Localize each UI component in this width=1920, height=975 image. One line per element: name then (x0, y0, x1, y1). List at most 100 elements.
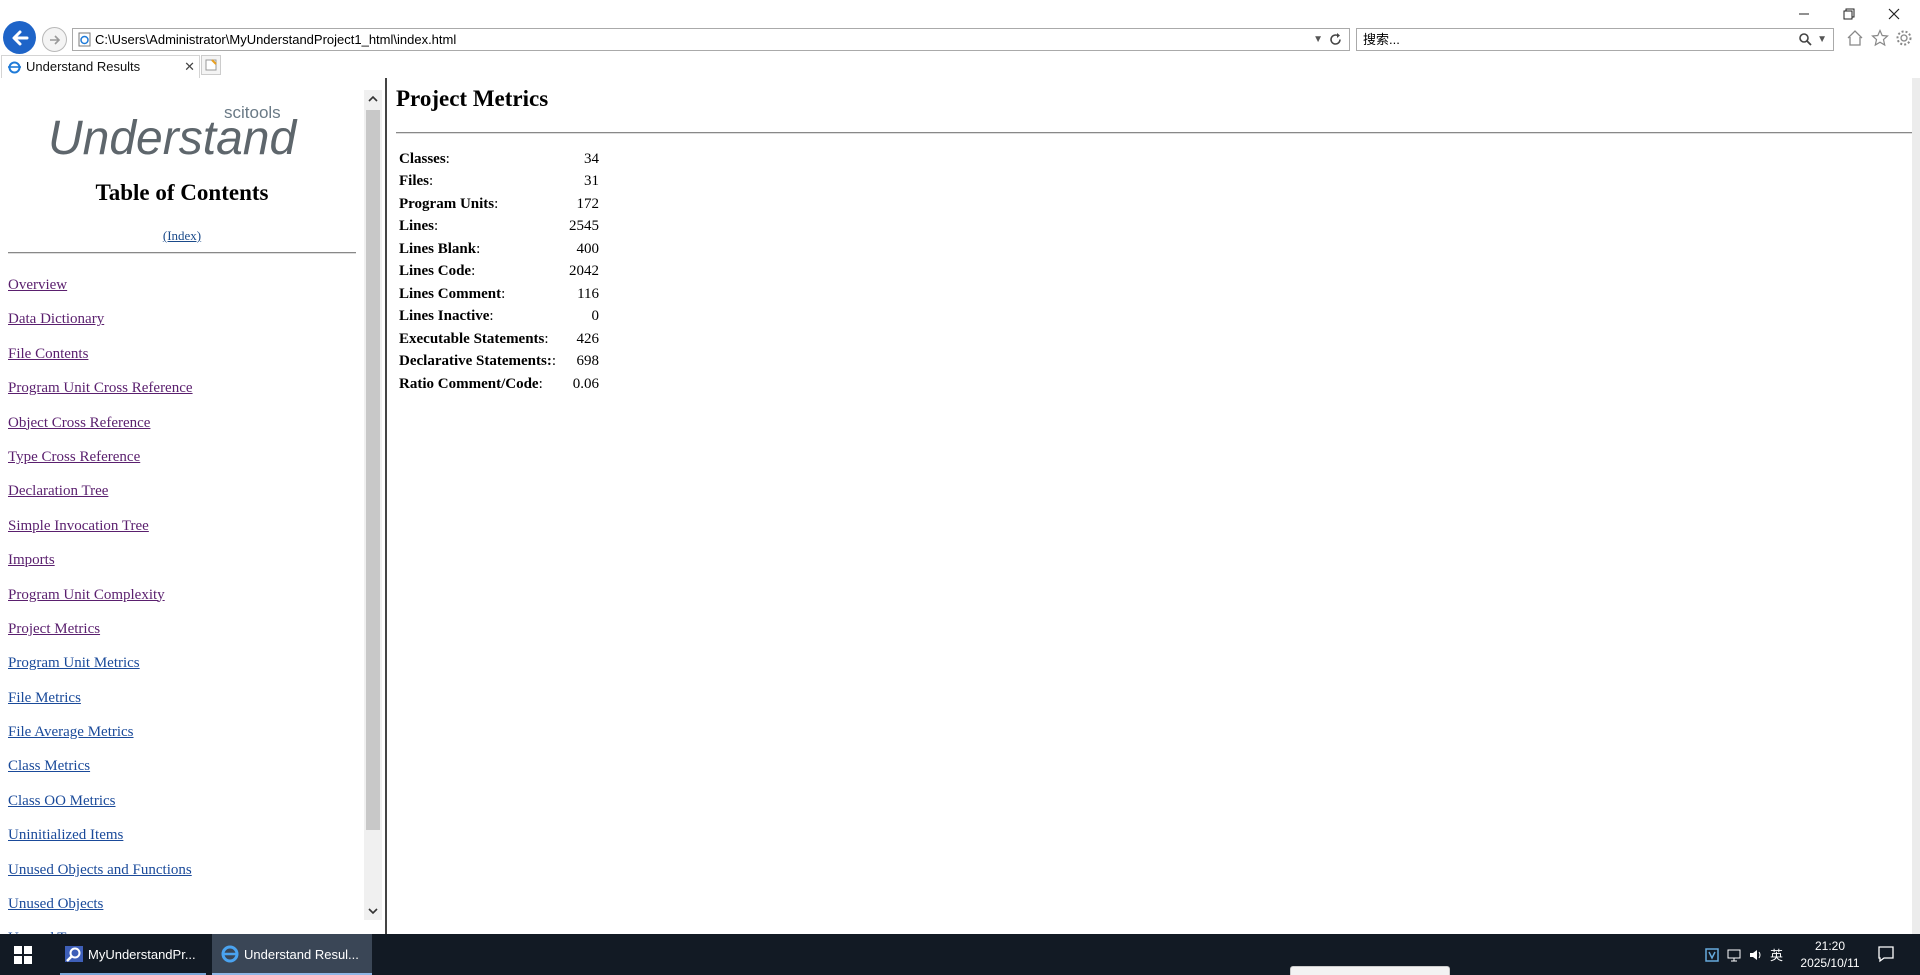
metric-row: Program Units: 172 (396, 193, 602, 216)
home-icon[interactable] (1844, 27, 1866, 49)
volume-icon[interactable] (1748, 947, 1764, 963)
frame-divider[interactable] (385, 78, 387, 934)
toc-item[interactable]: File Metrics (8, 681, 193, 715)
metric-label: Lines Blank (399, 240, 477, 257)
taskbar: MyUnderstandPr... Understand Resul... 英 … (0, 934, 1920, 975)
metric-value: 116 (577, 285, 600, 302)
toc-item[interactable]: Simple Invocation Tree (8, 509, 193, 543)
toc-link[interactable]: Data Dictionary (8, 311, 104, 327)
toc-link[interactable]: Program Unit Cross Reference (8, 380, 193, 396)
tab-close-icon[interactable]: ✕ (184, 56, 195, 78)
metric-row: Lines: 2545 (396, 216, 602, 239)
toc-item[interactable]: Class Metrics (8, 749, 193, 783)
metric-label: Lines Comment (399, 285, 502, 302)
restore-button[interactable] (1827, 2, 1871, 26)
toc-link[interactable]: Class Metrics (8, 758, 90, 774)
toc-item[interactable]: Declaration Tree (8, 474, 193, 508)
tab-title: Understand Results (26, 59, 141, 74)
toc-item[interactable]: Program Unit Complexity (8, 578, 193, 612)
toc-link[interactable]: Overview (8, 277, 67, 293)
back-button[interactable] (3, 21, 36, 54)
metric-value: 2042 (569, 263, 600, 280)
metric-label-cell: Lines: (399, 218, 439, 235)
minimize-button[interactable] (1782, 2, 1826, 26)
toc-item[interactable]: Overview (8, 268, 193, 302)
close-window-button[interactable] (1872, 2, 1916, 26)
metric-label-cell: Lines Code: (399, 263, 476, 280)
toc-item[interactable]: File Contents (8, 337, 193, 371)
metric-label-cell: Declarative Statements:: (399, 353, 557, 370)
notification-icon[interactable] (1876, 944, 1896, 964)
toc-item[interactable]: Unused Objects and Functions (8, 853, 193, 887)
address-dropdown-icon[interactable]: ▼ (1313, 29, 1323, 50)
toc-link[interactable]: File Contents (8, 346, 88, 362)
toc-item[interactable]: Imports (8, 543, 193, 577)
toc-item[interactable]: Unused Types (8, 921, 193, 934)
metric-label: Lines (399, 218, 435, 235)
metric-value: 698 (576, 353, 600, 370)
toc-item[interactable]: Object Cross Reference (8, 406, 193, 440)
network-icon[interactable] (1726, 947, 1742, 963)
toc-link[interactable]: Simple Invocation Tree (8, 518, 149, 534)
metric-label: Executable Statements (399, 330, 545, 347)
toc-divider (8, 252, 356, 254)
logo-name: Understand (48, 112, 297, 164)
toc-link[interactable]: Unused Objects and Functions (8, 862, 192, 878)
toc-link[interactable]: Project Metrics (8, 621, 100, 637)
forward-button[interactable] (42, 27, 67, 52)
toc-link[interactable]: Declaration Tree (8, 483, 108, 499)
toc-item[interactable]: Project Metrics (8, 612, 193, 646)
toc-item[interactable]: Program Unit Cross Reference (8, 371, 193, 405)
toc-scroll-thumb[interactable] (366, 110, 380, 830)
tab-understand-results[interactable]: Understand Results ✕ (1, 55, 200, 78)
floating-toolbar[interactable] (1290, 966, 1450, 975)
toc-link[interactable]: Unused Objects (8, 896, 103, 912)
metric-row: Executable Statements: 426 (396, 328, 602, 351)
taskbar-item-understand[interactable]: MyUnderstandPr... (56, 934, 210, 975)
tray-app-icon[interactable] (1704, 947, 1720, 963)
toc-item[interactable]: Data Dictionary (8, 302, 193, 336)
toc-link[interactable]: Type Cross Reference (8, 449, 140, 465)
toc-link[interactable]: Object Cross Reference (8, 415, 150, 431)
ie-icon (8, 61, 21, 74)
toc-item[interactable]: Uninitialized Items (8, 818, 193, 852)
search-dropdown-icon[interactable]: ▼ (1817, 29, 1827, 50)
toc-scrollbar[interactable] (364, 90, 382, 920)
arrow-left-icon (12, 30, 28, 45)
toc-link[interactable]: File Average Metrics (8, 724, 134, 740)
search-input[interactable]: 搜索... ▼ (1356, 28, 1834, 51)
understand-logo: scitools Understand (48, 103, 297, 164)
toc-frame: scitools Understand Table of Contents (I… (0, 78, 364, 934)
main-frame: Project Metrics Classes: 34 Files: 31 Progra… (390, 78, 1912, 934)
address-bar[interactable]: C:\Users\Administrator\MyUnderstandProje… (72, 28, 1350, 51)
toc-item[interactable]: Unused Objects (8, 887, 193, 921)
toc-item[interactable]: Program Unit Metrics (8, 646, 193, 680)
metric-label: Lines Inactive (399, 308, 490, 325)
clock[interactable]: 21:20 2025/10/11 (1782, 938, 1878, 972)
metric-label: Declarative Statements: (399, 353, 552, 370)
favorites-star-icon[interactable] (1869, 27, 1891, 49)
taskbar-item-ie[interactable]: Understand Resul... (212, 934, 372, 975)
main-scrollbar[interactable] (1912, 78, 1920, 934)
toc-link[interactable]: Uninitialized Items (8, 827, 123, 843)
refresh-icon[interactable] (1328, 32, 1343, 47)
search-icon[interactable] (1798, 32, 1813, 47)
metric-row: Files: 31 (396, 171, 602, 194)
metric-label: Classes (399, 150, 446, 167)
metric-label: Lines Code (399, 263, 472, 280)
toc-item[interactable]: File Average Metrics (8, 715, 193, 749)
toc-item[interactable]: Class OO Metrics (8, 784, 193, 818)
scroll-up-icon[interactable] (364, 90, 382, 108)
toc-link[interactable]: Class OO Metrics (8, 793, 116, 809)
toc-item[interactable]: Type Cross Reference (8, 440, 193, 474)
start-button[interactable] (0, 934, 46, 975)
toc-link[interactable]: Imports (8, 552, 55, 568)
toc-link[interactable]: Program Unit Complexity (8, 587, 165, 603)
scroll-down-icon[interactable] (364, 902, 382, 920)
title-divider (396, 132, 1912, 134)
toc-index-link[interactable]: (Index) (0, 228, 364, 244)
settings-gear-icon[interactable] (1893, 27, 1915, 49)
toc-link[interactable]: Program Unit Metrics (8, 655, 140, 671)
toc-link[interactable]: File Metrics (8, 690, 81, 706)
new-tab-button[interactable] (201, 55, 221, 75)
